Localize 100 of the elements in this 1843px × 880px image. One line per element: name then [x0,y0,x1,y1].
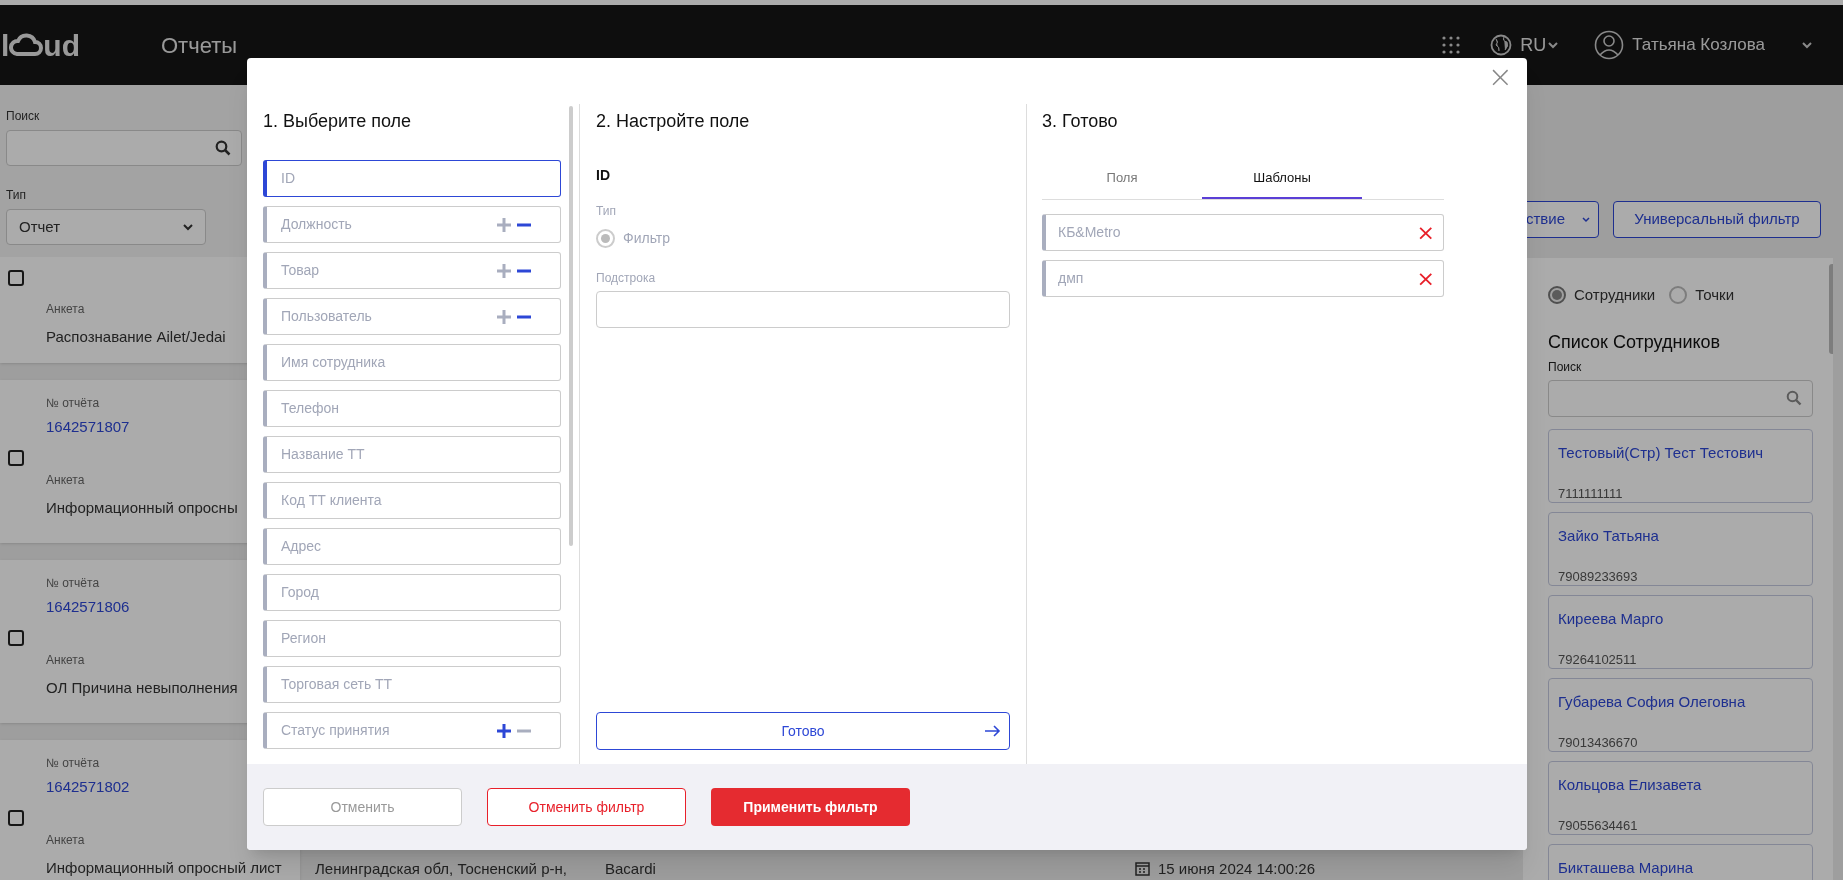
tab[interactable]: Шаблоны [1202,159,1362,199]
checkbox[interactable] [8,270,24,286]
logo-text: ud [43,27,80,64]
checkbox[interactable] [8,450,24,466]
panel-title: Список Сотрудников [1548,330,1722,354]
form-name: Информационный опросны [46,497,238,518]
universal-filter-button[interactable]: Универсальный фильтр [1613,201,1821,238]
step-heading: 3. Готово [1042,110,1119,133]
field-name: ID [596,166,611,185]
include-exclude-toggle[interactable] [496,722,532,739]
employee-card[interactable]: Тестовый(Стр) Тест Тестович 7111111111 [1548,428,1813,503]
chevron-down-icon [1582,216,1590,223]
field-option[interactable]: Торговая сеть ТТ [263,666,561,703]
done-button[interactable]: Готово [596,712,1010,750]
field-label: № отчёта [46,755,101,772]
search-field[interactable] [6,130,242,166]
employee-card[interactable]: Зайко Татьяна 79089233693 [1548,511,1813,586]
language-selector[interactable]: RU [1520,31,1559,59]
close-button[interactable]: × [1487,62,1513,92]
field-option[interactable]: Пользователь [263,298,561,335]
form-name: Распознавание Ailet/Jedai [46,327,226,347]
field-label: Анкета [46,301,86,318]
employee-name[interactable]: Кольцова Елизавета [1558,773,1812,796]
field-label: Поиск [6,108,41,125]
field-option[interactable]: Название ТТ [263,436,561,473]
employee-card[interactable]: Киреева Марго 79264102511 [1548,594,1813,669]
apply-filter-button[interactable]: Применить фильтр [711,788,910,826]
search-icon [215,140,231,156]
field-label: № отчёта [46,575,101,592]
report-number-link[interactable]: 1642571806 [46,596,238,619]
employee-name[interactable]: Губарева София Олеговна [1558,690,1812,713]
field-label: Подстрока [596,270,657,287]
tab[interactable]: Поля [1042,159,1202,199]
apps-grid-icon[interactable] [1442,36,1461,54]
search-field[interactable] [1548,379,1813,417]
employee-phone: 79089233693 [1558,568,1639,586]
cancel-button[interactable]: Отменить [263,788,462,826]
include-exclude-toggle[interactable] [496,308,532,325]
field-option[interactable]: Город [263,574,561,611]
employee-card[interactable]: Бикташева Марина [1548,843,1813,880]
step-heading: 2. Настройте поле [596,110,751,133]
employee-name[interactable]: Бикташева Марина [1558,856,1812,879]
report-number-link[interactable]: 1642571807 [46,416,238,439]
reset-filter-button[interactable]: Отменить фильтр [487,788,686,826]
employee-name[interactable]: Зайко Татьяна [1558,524,1812,547]
include-exclude-toggle[interactable] [496,216,532,233]
field-label: Анкета [46,831,86,849]
mode-radio[interactable]: Сотрудники [1548,284,1656,307]
include-exclude-toggle[interactable] [496,262,532,279]
project-text: Bacardi [605,858,657,879]
scrollbar[interactable] [569,106,573,546]
checkbox[interactable] [8,810,24,826]
field-option[interactable]: Товар [263,252,561,289]
employee-name[interactable]: Тестовый(Стр) Тест Тестович [1558,441,1812,464]
remove-button[interactable]: × [1416,221,1435,244]
form-name: ОЛ Причина невыполнения [46,677,238,698]
field-option[interactable]: ID [263,160,561,197]
employee-phone: 79013436670 [1558,734,1639,752]
form-name: Информационный опросный лист [46,857,282,878]
step-heading: 1. Выберите поле [263,110,413,133]
employee-name[interactable]: Киреева Марго [1558,607,1812,630]
template-item[interactable]: КБ&Metro × [1042,214,1444,251]
arrow-right-icon [985,725,1001,737]
cloud-icon [9,32,44,58]
field-option[interactable]: Адрес [263,528,561,565]
page-title: Отчеты [161,31,238,60]
field-option[interactable]: Регион [263,620,561,657]
chevron-down-icon[interactable] [1801,41,1813,49]
substring-input[interactable] [596,291,1010,328]
remove-button[interactable]: × [1416,267,1435,290]
employee-phone: 79264102511 [1558,651,1638,669]
field-option[interactable]: Статус принятия [263,712,561,749]
employee-card[interactable]: Губарева София Олеговна 79013436670 [1548,677,1813,752]
chevron-down-icon [1548,41,1559,49]
field-option[interactable]: Код ТТ клиента [263,482,561,519]
employee-card[interactable]: Кольцова Елизавета 79055634461 [1548,760,1813,835]
mode-radio[interactable]: Точки [1669,284,1734,307]
template-item[interactable]: дмп × [1042,260,1444,297]
chevron-down-icon [183,223,193,231]
type-select[interactable]: Отчет [6,209,206,245]
plus-icon[interactable] [496,722,512,739]
user-avatar-icon[interactable] [1594,30,1625,60]
field-option[interactable]: Имя сотрудника [263,344,561,381]
search-icon [1786,390,1802,406]
user-name[interactable]: Татьяна Козлова [1632,32,1765,58]
date-text: 15 июня 2024 14:00:26 [1158,858,1315,879]
field-label: Анкета [46,471,86,489]
field-label: № отчёта [46,395,101,412]
calendar-icon [1135,861,1150,877]
globe-icon[interactable] [1490,34,1513,56]
checkbox[interactable] [8,630,24,646]
field-label: Анкета [46,651,86,669]
logo-text: l [1,27,10,64]
employee-phone: 79055634461 [1558,817,1639,835]
address-text: Ленинградская обл, Тосненский р-н, [315,858,568,879]
field-label: Тип [596,203,617,220]
field-option[interactable]: Телефон [263,390,561,427]
field-label: Поиск [1548,358,1583,376]
field-label: Тип [6,187,27,204]
employee-phone: 7111111111 [1558,485,1624,503]
